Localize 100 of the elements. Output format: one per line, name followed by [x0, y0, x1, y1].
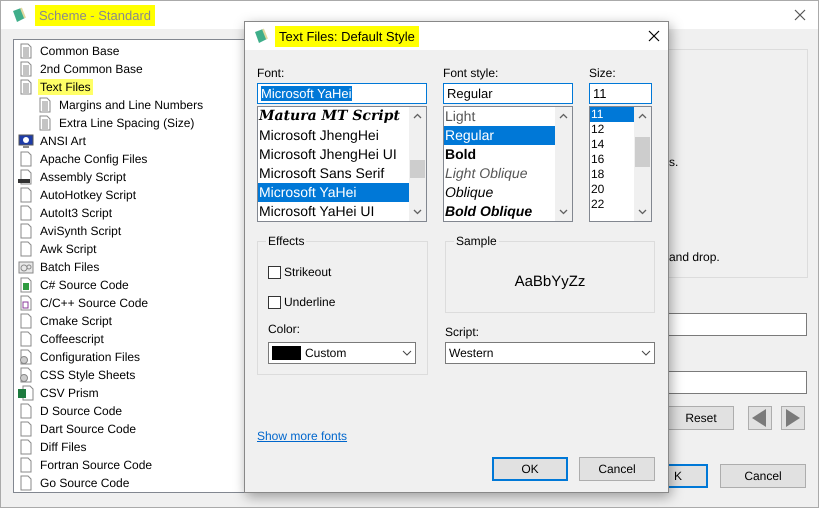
scheme-item[interactable]: Common Base	[38, 43, 122, 59]
document-icon	[18, 223, 34, 239]
close-icon[interactable]	[648, 30, 660, 42]
size-option[interactable]: 14	[590, 137, 634, 152]
script-dropdown[interactable]: Western	[445, 342, 655, 364]
scheme-item[interactable]: 2nd Common Base	[38, 61, 145, 77]
color-label: Color:	[268, 322, 302, 337]
app-icon	[253, 28, 269, 44]
caret-icon	[641, 350, 651, 356]
scheme-item[interactable]: Dart Source Code	[38, 421, 138, 437]
scheme-item[interactable]: Margins and Line Numbers	[57, 97, 206, 113]
size-option[interactable]: 22	[590, 197, 634, 212]
document-icon	[37, 115, 53, 131]
checkbox-label: Strikeout	[284, 265, 332, 279]
footer-button[interactable]: Cancel	[720, 464, 806, 488]
right-arrow-button[interactable]	[781, 406, 805, 430]
scheme-item[interactable]: D Source Code	[38, 403, 124, 419]
size-option[interactable]: 16	[590, 152, 634, 167]
font-option[interactable]: Microsoft YaHei UI	[258, 202, 409, 221]
font-style-option[interactable]: Light Oblique	[444, 164, 555, 183]
gears-icon	[18, 259, 34, 275]
scheme-item[interactable]: Configuration Files	[38, 349, 142, 365]
left-arrow-button[interactable]	[748, 406, 772, 430]
script-label: Script:	[445, 325, 480, 340]
scheme-item[interactable]: C# Source Code	[38, 277, 131, 293]
scheme-item[interactable]: Go Source Code	[38, 475, 132, 491]
scheme-item[interactable]: C/C++ Source Code	[38, 295, 150, 311]
document-icon	[37, 97, 53, 113]
document-icon	[18, 457, 34, 473]
document-icon	[18, 313, 34, 329]
font-option[interactable]: Matura MT Script	[258, 107, 409, 126]
scheme-item[interactable]: Fortran Source Code	[38, 457, 154, 473]
effects-legend: Effects	[266, 234, 306, 248]
font-option[interactable]: Microsoft Sans Serif	[258, 164, 409, 183]
font-style-option[interactable]: Regular	[444, 126, 555, 145]
scheme-item[interactable]: AutoHotkey Script	[38, 187, 138, 203]
font-option[interactable]: Microsoft JhengHei UI	[258, 145, 409, 164]
scheme-item[interactable]: AviSynth Script	[38, 223, 124, 239]
monitor-icon	[18, 133, 34, 149]
font-field[interactable]: Microsoft YaHei	[257, 83, 427, 104]
font-style-label: Font style:	[443, 66, 500, 81]
dialog-title: Text Files: Default Style	[275, 26, 419, 46]
scheme-item[interactable]: Text Files	[38, 79, 93, 95]
document-icon	[18, 205, 34, 221]
dialog-button[interactable]: OK	[492, 457, 568, 481]
font-style-option[interactable]: Light	[444, 107, 555, 126]
scheme-item[interactable]: Extra Line Spacing (Size)	[57, 115, 196, 131]
scrollbar[interactable]	[555, 107, 572, 221]
font-style-option[interactable]: Bold Oblique	[444, 202, 555, 221]
document-icon	[18, 331, 34, 347]
scheme-item[interactable]: Assembly Script	[38, 169, 128, 185]
document-icon	[18, 241, 34, 257]
document-icon	[18, 151, 34, 167]
size-option[interactable]: 11	[590, 107, 634, 122]
document-icon	[18, 349, 34, 365]
scheme-item[interactable]: CSS Style Sheets	[38, 367, 138, 383]
font-style-field[interactable]: Regular	[443, 83, 573, 104]
size-option[interactable]: 12	[590, 122, 634, 137]
document-icon	[18, 367, 34, 383]
font-style-option[interactable]: Oblique	[444, 183, 555, 202]
scheme-item[interactable]: Awk Script	[38, 241, 98, 257]
close-icon[interactable]	[794, 9, 806, 21]
document-icon	[18, 421, 34, 437]
document-icon	[18, 277, 34, 293]
document-icon	[18, 295, 34, 311]
scheme-item[interactable]: ANSI Art	[38, 133, 88, 149]
font-option[interactable]: Microsoft JhengHei	[258, 126, 409, 145]
scheme-item[interactable]: Cmake Script	[38, 313, 114, 329]
description-text: s.	[669, 155, 678, 169]
scheme-item[interactable]: Diff Files	[38, 439, 88, 455]
sample-text: AaBbYyZz	[514, 272, 586, 290]
scheme-item[interactable]: Batch Files	[38, 259, 102, 275]
scrollbar[interactable]	[634, 107, 651, 221]
caret-icon	[402, 350, 412, 356]
scrollbar[interactable]	[409, 107, 426, 221]
size-option[interactable]: 18	[590, 167, 634, 182]
font-option[interactable]: Microsoft YaHei	[258, 183, 409, 202]
dialog-button[interactable]: Cancel	[579, 457, 655, 481]
scheme-item[interactable]: AutoIt3 Script	[38, 205, 114, 221]
document-icon	[18, 169, 34, 185]
document-icon	[18, 61, 34, 77]
checkbox[interactable]	[268, 266, 281, 278]
sample-legend: Sample	[454, 234, 499, 248]
size-option[interactable]: 20	[590, 182, 634, 197]
spreadsheet-icon	[18, 385, 34, 401]
checkbox[interactable]	[268, 296, 281, 308]
scheme-item[interactable]: Coffeescript	[38, 331, 106, 347]
scheme-item[interactable]: CSV Prism	[38, 385, 101, 401]
document-icon	[18, 403, 34, 419]
description-text: and drop.	[669, 250, 720, 264]
font-style-option[interactable]: Bold	[444, 145, 555, 164]
show-more-fonts-link[interactable]: Show more fonts	[257, 429, 348, 443]
document-icon	[18, 187, 34, 203]
reset-button[interactable]: Reset	[668, 406, 734, 430]
size-field[interactable]: 11	[589, 83, 652, 104]
color-dropdown[interactable]: Custom	[268, 342, 416, 364]
document-icon	[18, 439, 34, 455]
scheme-item[interactable]: Apache Config Files	[38, 151, 150, 167]
document-icon	[18, 79, 34, 95]
document-icon	[18, 43, 34, 59]
